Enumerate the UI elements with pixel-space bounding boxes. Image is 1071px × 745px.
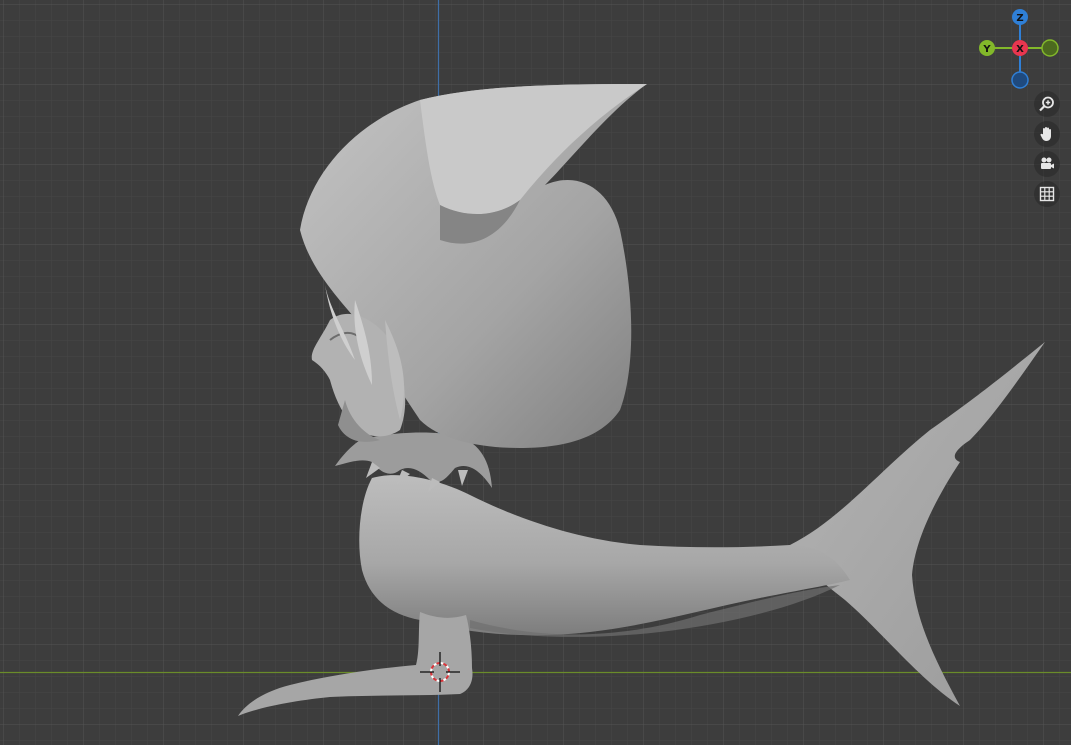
model-mesh[interactable]: [0, 0, 1071, 745]
tail-fin: [790, 342, 1045, 706]
zoom-icon: [1039, 96, 1054, 112]
shark-body: [359, 475, 850, 636]
gizmo-x-label: X: [1016, 44, 1024, 55]
gizmo-y-label: Y: [982, 44, 991, 55]
perspective-toggle-button[interactable]: [1034, 181, 1060, 207]
3d-viewport[interactable]: Z Y X: [0, 0, 1071, 745]
gizmo-z-label: Z: [1016, 13, 1023, 24]
hand-pan-icon: [1040, 127, 1051, 141]
camera-icon: [1041, 157, 1054, 169]
navigation-gizmo[interactable]: Z Y X: [975, 6, 1065, 96]
camera-view-button[interactable]: [1034, 151, 1060, 177]
zoom-button[interactable]: [1034, 91, 1060, 117]
pan-button[interactable]: [1034, 121, 1060, 147]
gizmo-neg-z: [1011, 71, 1029, 89]
gizmo-neg-y: [1041, 39, 1059, 57]
3d-cursor-icon[interactable]: [420, 652, 460, 692]
grid-perspective-icon: [1039, 186, 1055, 202]
